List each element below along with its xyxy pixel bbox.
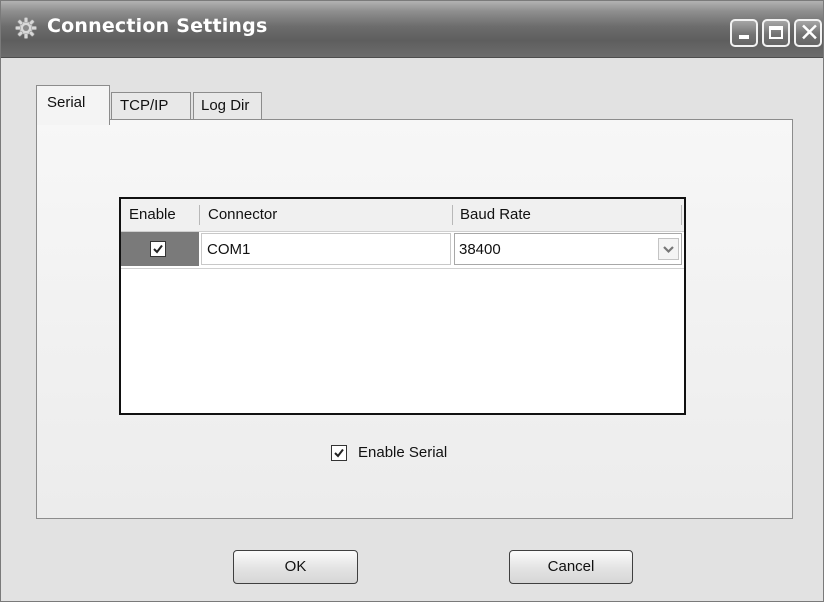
cancel-button[interactable]: Cancel <box>509 550 633 584</box>
tab-tcp-ip[interactable]: TCP/IP <box>111 92 191 122</box>
minimize-icon <box>739 35 749 39</box>
table-row[interactable]: COM1 38400 <box>121 232 684 266</box>
gear-icon <box>15 17 37 39</box>
title-bar[interactable]: Connection Settings ✕ <box>1 1 823 58</box>
maximize-icon <box>769 26 783 39</box>
column-header-connector[interactable]: Connector <box>208 206 277 223</box>
tab-label: Serial <box>47 94 86 111</box>
tab-serial[interactable]: Serial <box>36 85 110 125</box>
enable-cell[interactable] <box>121 232 199 266</box>
connector-grid: Enable Connector Baud Rate COM1 38400 <box>119 197 686 415</box>
connection-settings-dialog: Connection Settings ✕ Serial TCP/IP Log … <box>0 0 824 602</box>
grid-header: Enable Connector Baud Rate <box>121 199 684 232</box>
ok-button[interactable]: OK <box>233 550 358 584</box>
close-button[interactable]: ✕ <box>794 19 822 47</box>
baud-rate-dropdown[interactable]: 38400 <box>454 233 682 265</box>
column-header-baud-rate[interactable]: Baud Rate <box>460 206 531 223</box>
checkmark-icon <box>153 244 163 254</box>
baud-rate-value: 38400 <box>459 241 501 258</box>
checkmark-icon <box>334 448 344 458</box>
enable-serial-checkbox[interactable] <box>331 445 347 461</box>
column-divider[interactable] <box>199 205 200 225</box>
minimize-button[interactable] <box>730 19 758 47</box>
row-enable-checkbox[interactable] <box>150 241 166 257</box>
column-header-enable[interactable]: Enable <box>129 206 176 223</box>
tab-label: TCP/IP <box>120 97 169 114</box>
connector-value: COM1 <box>207 241 251 258</box>
row-divider <box>121 268 684 269</box>
connector-cell[interactable]: COM1 <box>201 233 451 265</box>
close-icon: ✕ <box>799 18 820 47</box>
tab-log-dir[interactable]: Log Dir <box>193 92 262 122</box>
window-title: Connection Settings <box>47 15 268 37</box>
chevron-down-icon[interactable] <box>658 238 679 260</box>
maximize-button[interactable] <box>762 19 790 47</box>
column-divider <box>681 205 682 225</box>
tab-label: Log Dir <box>201 97 250 114</box>
column-divider[interactable] <box>452 205 453 225</box>
enable-serial-label[interactable]: Enable Serial <box>358 444 447 461</box>
